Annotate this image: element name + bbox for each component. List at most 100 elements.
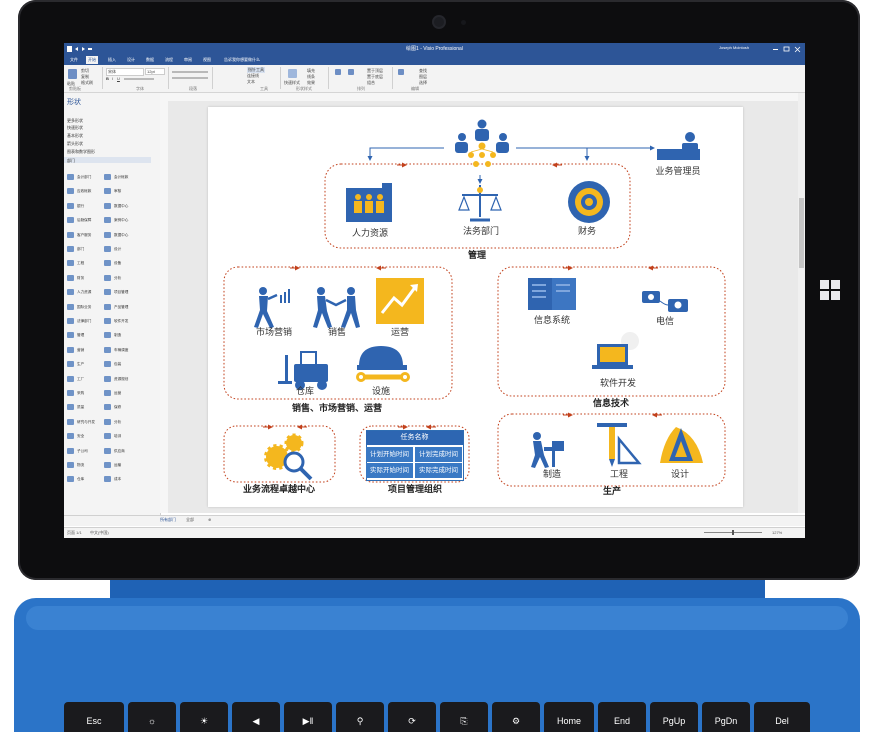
stencil-shape-icon[interactable] [67, 289, 74, 296]
key-end[interactable]: End [598, 702, 646, 732]
key-share-icon[interactable]: ⟳ [388, 702, 436, 732]
stencil-shape-label[interactable]: 安全 [77, 434, 84, 439]
stencil-shape-icon[interactable] [67, 318, 74, 324]
stencil-shape-icon[interactable] [104, 418, 111, 425]
stencil-shape-label[interactable]: 车辆调度 [114, 348, 128, 353]
stencil-shape-icon[interactable] [67, 390, 74, 396]
key-pgup[interactable]: PgUp [650, 702, 698, 732]
stencil-shape-label[interactable]: 人力资源 [77, 290, 91, 295]
stencil-shape-label[interactable]: 部门 [77, 247, 84, 252]
stencil-shape-icon[interactable] [104, 217, 111, 224]
stencil-shape-label[interactable]: 分析 [114, 420, 121, 425]
stencil-shape-label[interactable]: 培训 [114, 434, 121, 439]
stencil-shape-label[interactable]: 采购 [77, 391, 84, 396]
key-mute-icon[interactable]: ◀ [232, 702, 280, 732]
stencil-shape-icon[interactable] [67, 202, 74, 209]
stencil-shape-icon[interactable] [67, 404, 74, 411]
stencil-shape-label[interactable]: 子公司 [77, 449, 88, 454]
stencil-shape-icon[interactable] [67, 274, 74, 281]
page-tab-all[interactable]: 全部 [186, 517, 194, 523]
stencil-shape-icon[interactable] [104, 404, 111, 411]
stencil-shape-icon[interactable] [67, 433, 74, 440]
stencil-shape-icon[interactable] [104, 231, 111, 238]
stencil-shape-icon[interactable] [67, 346, 74, 353]
key-pgdn[interactable]: PgDn [702, 702, 750, 732]
stencil-shape-label[interactable]: 软件开发 [114, 319, 128, 324]
stencil-shape-label[interactable]: 保修 [114, 405, 121, 410]
windows-logo-icon[interactable] [820, 280, 840, 300]
stencil-shape-label[interactable]: 会计帐款 [114, 175, 128, 180]
stencil-shape-label[interactable]: 运输 [114, 463, 121, 468]
stencil-shape-label[interactable]: 运营 [114, 391, 121, 396]
stencil-shape-icon[interactable] [104, 332, 111, 339]
stencil-shape-label[interactable]: 后勤保障 [77, 218, 91, 223]
stencil-shape-icon[interactable] [67, 260, 74, 267]
stencil-shape-icon[interactable] [104, 361, 111, 368]
stencil-shape-icon[interactable] [104, 188, 111, 195]
stencil-shape-label[interactable]: 产品管理 [114, 305, 128, 310]
stencil-shape-icon[interactable] [67, 188, 74, 195]
stencil-shape-label[interactable]: 数据中心 [114, 233, 128, 238]
stencil-shape-label[interactable]: 工程 [77, 261, 84, 266]
key-home[interactable]: Home [544, 702, 594, 732]
stencil-shape-icon[interactable] [104, 303, 111, 310]
stencil-shape-icon[interactable] [104, 476, 111, 483]
stencil-shape-label[interactable]: 研究与开发 [77, 420, 95, 425]
key-esc[interactable]: Esc [64, 702, 124, 732]
stencil-shape-icon[interactable] [67, 217, 74, 224]
stencil-shape-label[interactable]: 工厂 [77, 377, 84, 382]
stencil-shape-label[interactable]: 供应商 [114, 449, 125, 454]
stencil-shape-icon[interactable] [67, 303, 74, 310]
key-search-icon[interactable]: ⚲ [336, 702, 384, 732]
stencil-shape-label[interactable]: 仓库 [77, 477, 84, 482]
stencil-shape-icon[interactable] [67, 476, 74, 483]
stencil-shape-label[interactable]: 质量 [77, 405, 84, 410]
stencil-shape-label[interactable]: 项目管理 [114, 290, 128, 295]
stencil-shape-label[interactable]: 审核 [114, 189, 121, 194]
zoom-slider-thumb[interactable] [732, 530, 734, 535]
stencil-shape-label[interactable]: 案例中心 [114, 218, 128, 223]
stencil-shape-icon[interactable] [67, 246, 74, 252]
stencil-shape-label[interactable]: 设备 [114, 261, 121, 266]
stencil-shape-label[interactable]: 营销 [77, 348, 84, 353]
stencil-shape-icon[interactable] [104, 433, 111, 440]
key-devices-icon[interactable]: ⎘ [440, 702, 488, 732]
stencil-shape-icon[interactable] [67, 231, 74, 238]
stencil-shape-label[interactable]: 物流 [77, 463, 84, 468]
stencil-shape-label[interactable]: 银行 [77, 204, 84, 209]
stencil-shape-icon[interactable] [104, 346, 111, 353]
stencil-shape-icon[interactable] [104, 375, 111, 382]
stencil-shape-label[interactable]: 制造 [114, 333, 121, 338]
stencil-shape-label[interactable]: 客户服务 [77, 233, 91, 238]
stencil-shape-icon[interactable] [67, 361, 74, 368]
stencil-shape-icon[interactable] [104, 447, 111, 454]
stencil-shape-icon[interactable] [104, 202, 111, 209]
stencil-shape-label[interactable]: 包装 [114, 362, 121, 367]
stencil-shape-icon[interactable] [104, 260, 111, 267]
stencil-shape-label[interactable]: 应收帐款 [77, 189, 91, 194]
stencil-shape-label[interactable]: 管理 [77, 333, 84, 338]
stencil-shape-icon[interactable] [104, 289, 111, 296]
stencil-shape-icon[interactable] [67, 174, 74, 180]
stencil-shape-label[interactable]: 国际业务 [77, 305, 91, 310]
stencil-shape-icon[interactable] [104, 462, 111, 468]
stencil-shape-icon[interactable] [104, 318, 111, 324]
zoom-level[interactable]: 127% [772, 530, 782, 535]
stencil-shape-label[interactable]: 分析 [114, 276, 121, 281]
key-settings-icon[interactable]: ⚙ [492, 702, 540, 732]
stencil-shape-icon[interactable] [104, 274, 111, 281]
stencil-shape-label[interactable]: 资源规划 [114, 377, 128, 382]
key-brightness-up-icon[interactable]: ☀ [180, 702, 228, 732]
key-brightness-down-icon[interactable]: ☼ [128, 702, 176, 732]
stencil-shape-label[interactable]: 成本 [114, 477, 121, 482]
stencil-shape-icon[interactable] [67, 375, 74, 382]
key-play-pause-icon[interactable]: ▶‖ [284, 702, 332, 732]
stencil-shape-icon[interactable] [104, 390, 111, 396]
key-del[interactable]: Del [754, 702, 810, 732]
stencil-shape-label[interactable]: 生产 [77, 362, 84, 367]
stencil-shape-label[interactable]: 财务 [77, 276, 84, 281]
stencil-shape-icon[interactable] [67, 462, 74, 468]
stencil-shape-icon[interactable] [104, 174, 111, 180]
stencil-shape-icon[interactable] [104, 246, 111, 252]
stencil-shape-icon[interactable] [67, 332, 74, 339]
